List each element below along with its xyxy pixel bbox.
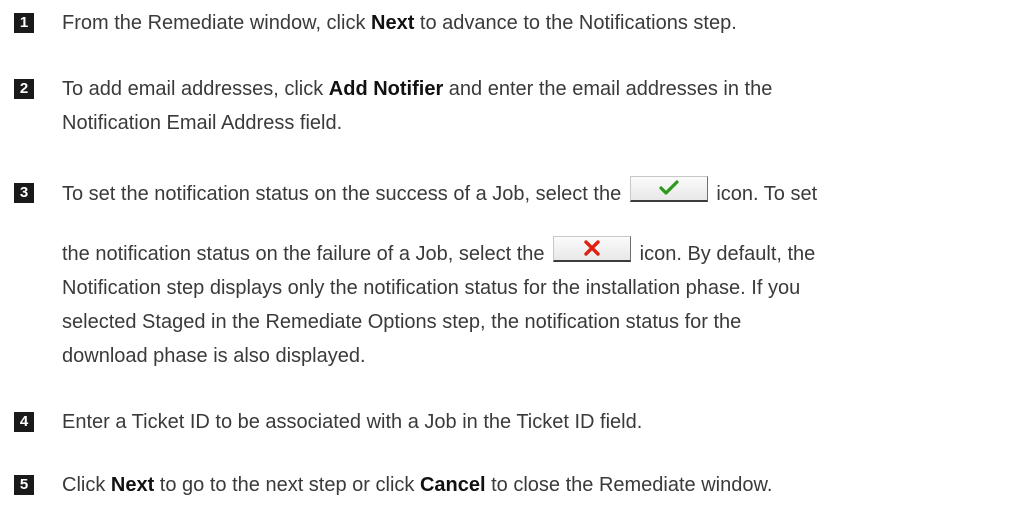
step-text-part: to advance to the Notifications step. [414,12,737,34]
step-3: 3 To set the notification status on the … [14,176,1007,373]
step-text-part: To set the notification status on the su… [62,183,627,205]
step-1: 1 From the Remediate window, click Next … [14,6,1007,40]
x-icon [584,240,600,256]
step-line: Notification step displays only the noti… [62,277,801,299]
step-text-part: icon. To set [710,183,818,205]
step-text: To add email addresses, click Add Notifi… [62,72,1007,140]
next-label: Next [371,12,415,34]
step-text-part: and enter the email addresses in the [443,78,773,100]
step-text: Enter a Ticket ID to be associated with … [62,411,643,433]
step-text: From the Remediate window, click Next to… [62,6,1007,40]
step-line: selected Staged in the Remediate Options… [62,311,742,333]
step-text: Click Next to go to the next step or cli… [62,468,1007,502]
failure-notify-button [553,236,632,262]
add-notifier-label: Add Notifier [328,78,444,100]
step-5: 5 Click Next to go to the next step or c… [14,468,1007,502]
step-2: 2 To add email addresses, click Add Noti… [14,72,1007,140]
step-text-part: icon. By default, the [634,243,816,265]
step-text-part: To add email addresses, click [62,78,329,100]
step-text-part: to go to the next step or click [154,474,420,496]
step-number-badge: 3 [14,183,34,203]
step-text-part: the notification status on the failure o… [62,243,551,265]
step-line: To set the notification status on the su… [62,176,1007,210]
step-text: To set the notification status on the su… [62,176,1007,373]
step-number-badge: 4 [14,412,34,432]
step-text-part: to close the Remediate window. [485,474,773,496]
step-line: To add email addresses, click Add Notifi… [62,72,1007,106]
step-number-badge: 5 [14,475,34,495]
step-line: the notification status on the failure o… [62,236,1007,271]
checkmark-icon [659,180,679,195]
step-text-part: From the Remediate window, click [62,12,372,34]
step-number-badge: 1 [14,13,34,33]
step-line: Notification Email Address field. [62,112,343,134]
success-notify-button [629,176,708,202]
step-number-badge: 2 [14,79,34,99]
step-4: 4 Enter a Ticket ID to be associated wit… [14,405,1007,439]
step-text-part: Click [62,474,111,496]
step-line: download phase is also displayed. [62,345,366,367]
cancel-label: Cancel [419,474,486,496]
next-label: Next [110,474,155,496]
